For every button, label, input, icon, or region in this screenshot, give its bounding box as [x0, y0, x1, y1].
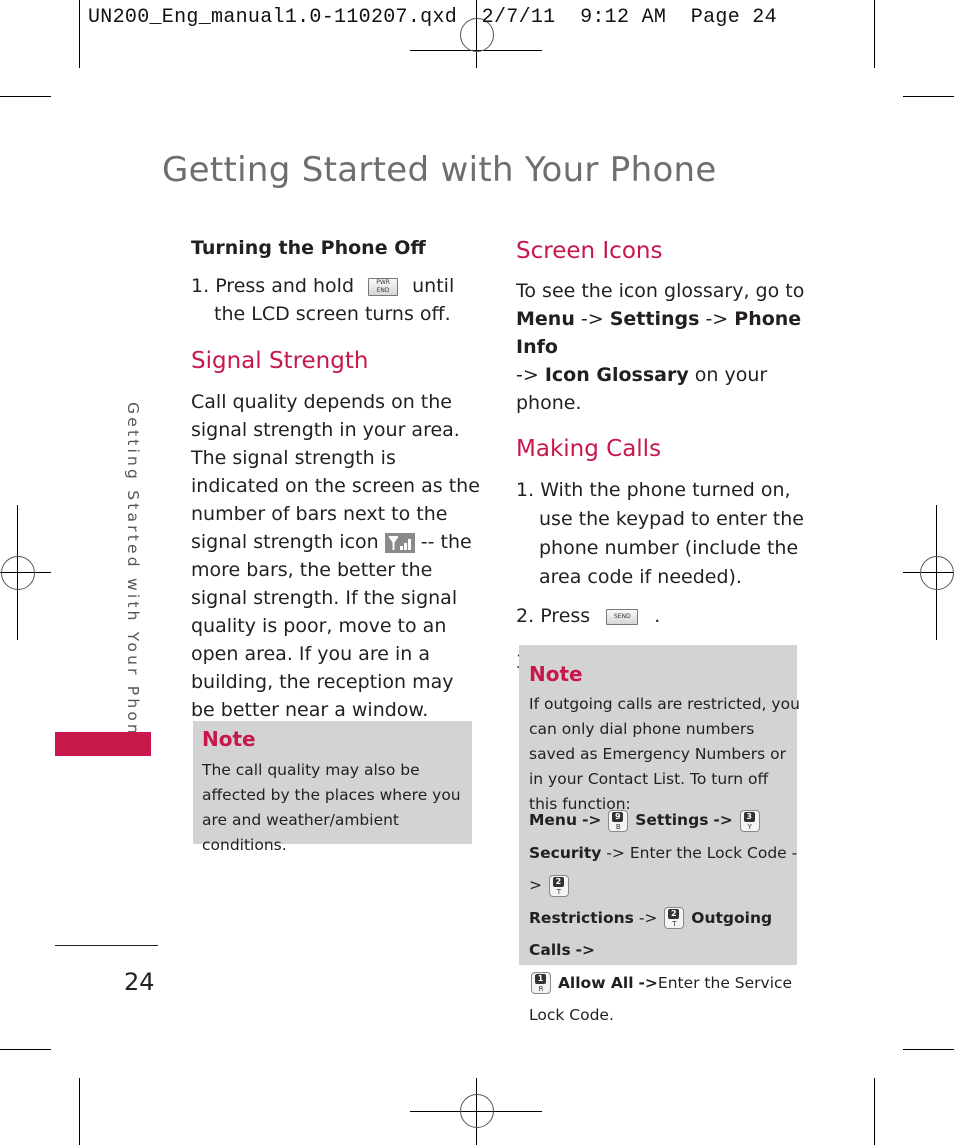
send-key-icon: SEND: [606, 608, 639, 625]
signal-text: Call quality depends on the signal stren…: [191, 391, 480, 553]
key-letter: Y: [747, 822, 752, 831]
key-letter: B: [615, 822, 621, 831]
screen-icons-heading: Screen Icons: [516, 238, 663, 264]
note-body: The call quality may also be affected by…: [202, 761, 461, 854]
key-letter: T: [556, 887, 562, 896]
restrictions-label: Restrictions: [529, 908, 634, 927]
step-text: Press: [540, 605, 591, 627]
print-slug: UN200_Eng_manual1.0-110207.qxd 2/7/11 9:…: [88, 6, 777, 29]
end-key-icon: PWREND: [368, 277, 399, 296]
key-digit: 2: [668, 909, 680, 919]
signal-strength-heading: Signal Strength: [191, 348, 369, 374]
key-1-icon: 1R: [531, 972, 551, 994]
step-text: With the phone turned on, use the keypad…: [539, 479, 804, 588]
crop-mark: [874, 1078, 875, 1145]
settings-label: Settings: [609, 308, 700, 330]
icon-glossary-label: Icon Glossary: [544, 364, 689, 386]
note-box-restrictions: Note If outgoing calls are restricted, y…: [519, 645, 800, 1024]
note-body: If outgoing calls are restricted, you ca…: [529, 695, 800, 813]
note-title: Note: [202, 727, 256, 751]
crop-mark: [903, 96, 954, 97]
arrow: ->: [575, 941, 596, 959]
registration-mark: [460, 1094, 494, 1128]
registration-mark: [1, 556, 35, 590]
screen-icons-body: To see the icon glossary, go to Menu -> …: [516, 277, 816, 417]
key-digit: 9: [612, 811, 624, 822]
making-calls-step-2: 2. Press SEND .: [516, 602, 816, 630]
turning-off-step-1: 1. Press and hold PWR END until the LCD s…: [191, 272, 481, 328]
arrow: ->: [581, 811, 602, 829]
side-tab-label: Getting Started with Your Phone: [124, 402, 142, 750]
step-number: 2.: [516, 605, 535, 627]
text: To see the icon glossary, go to: [516, 280, 805, 302]
key-digit: 1: [535, 974, 546, 984]
arrow: ->: [699, 308, 735, 330]
turning-off-heading: Turning the Phone Off: [191, 237, 426, 259]
right-column: Screen Icons To see the icon glossary, g…: [516, 236, 816, 676]
step-number: 1.: [516, 479, 535, 501]
side-tab-marker: [55, 732, 151, 756]
crop-mark: [0, 1049, 51, 1050]
arrow: ->: [516, 364, 545, 386]
security-label: Security: [529, 843, 602, 862]
key-letter: T: [672, 920, 677, 928]
crop-mark: [79, 1078, 80, 1145]
arrow: ->: [606, 843, 625, 862]
crop-mark: [874, 0, 875, 68]
making-calls-heading: Making Calls: [516, 436, 662, 462]
menu-label: Menu: [516, 308, 575, 330]
step-text: Press and hold: [215, 275, 355, 297]
step-number: 1.: [191, 275, 210, 297]
settings-label: Settings: [635, 811, 709, 829]
arrow: ->: [638, 973, 658, 992]
arrow: ->: [713, 811, 733, 829]
text: Enter the Lock Code: [629, 843, 787, 862]
step-text: .: [654, 605, 661, 627]
signal-strength-icon: [384, 532, 415, 553]
arrow: ->: [638, 908, 658, 927]
note-instructions: Menu -> 9B Settings -> 3Y Security -> En…: [529, 804, 801, 1032]
crop-mark: [0, 96, 51, 97]
menu-label: Menu: [529, 811, 578, 829]
registration-mark: [920, 556, 954, 590]
note-title: Note: [529, 662, 583, 686]
note-box-signal: Note The call quality may also be affect…: [193, 721, 472, 854]
signal-text: -- the more bars, the better the signal …: [191, 531, 472, 721]
page-title: Getting Started with Your Phone: [162, 150, 717, 190]
arrow: ->: [574, 308, 610, 330]
key-digit: 2: [552, 876, 564, 887]
key-2-icon: 2T: [548, 874, 569, 897]
making-calls-step-1: 1. With the phone turned on, use the key…: [516, 476, 816, 592]
left-column: Turning the Phone Off 1. Press and hold …: [191, 234, 481, 724]
key-9-icon: 9B: [608, 809, 629, 832]
crop-mark: [79, 0, 80, 68]
footer-rule: [55, 945, 158, 946]
crop-mark: [903, 1049, 954, 1050]
signal-strength-body: Call quality depends on the signal stren…: [191, 388, 481, 724]
key-digit: 3: [743, 811, 755, 822]
key-2-icon: 2T: [664, 907, 685, 929]
page-number: 24: [124, 968, 155, 996]
key-3-icon: 3Y: [739, 809, 760, 832]
key-letter: R: [538, 985, 544, 993]
step-text: LCD screen turns off.: [251, 303, 451, 325]
allow-all-label: Allow All: [557, 973, 634, 992]
